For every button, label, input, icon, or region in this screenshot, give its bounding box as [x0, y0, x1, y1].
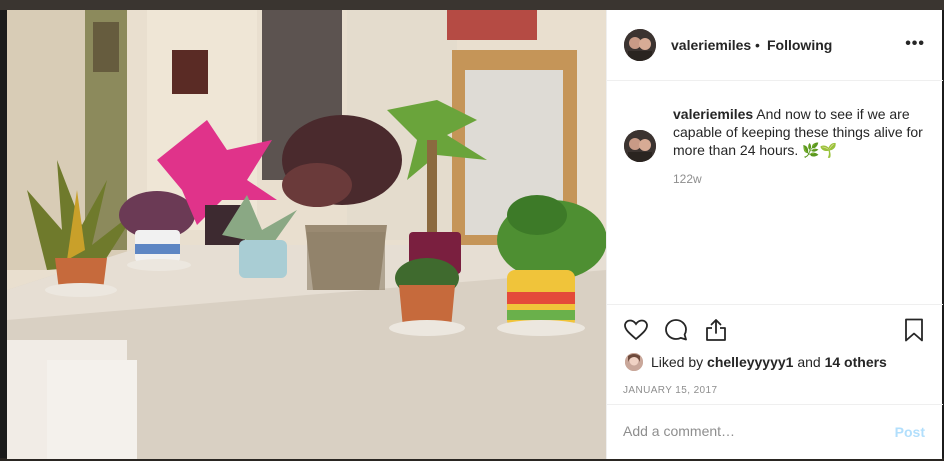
more-horizontal-icon[interactable]: •••	[905, 36, 925, 52]
separator-dot: •	[755, 37, 760, 53]
likes-summary: Liked by chelleyyyyy1 and 14 others	[625, 351, 887, 373]
likes-and: and	[797, 354, 821, 370]
comment-input[interactable]	[623, 423, 873, 439]
post-caption: valeriemiles And now to see if we are ca…	[673, 105, 923, 159]
post-sidebar: valeriemiles • Following ••• valeriemile…	[606, 10, 943, 459]
likes-prefix: Liked by	[651, 354, 704, 370]
comment-icon[interactable]	[663, 317, 689, 343]
caption-username-link[interactable]: valeriemiles	[673, 106, 753, 122]
heart-icon[interactable]	[623, 317, 649, 343]
comment-bar: Post	[607, 404, 943, 459]
liked-by-user-link[interactable]: chelleyyyyy1	[707, 354, 793, 370]
post-comment-button[interactable]: Post	[895, 424, 925, 440]
likes-others-link[interactable]: 14 others	[825, 354, 887, 370]
modal-backdrop	[0, 0, 944, 10]
plants-photo-illustration	[7, 10, 606, 459]
following-button[interactable]: Following	[767, 37, 832, 53]
author-avatar[interactable]	[624, 29, 656, 61]
post-date[interactable]: JANUARY 15, 2017	[623, 385, 717, 396]
caption-timestamp[interactable]: 122w	[673, 172, 702, 186]
post-photo[interactable]	[7, 10, 606, 459]
author-username-link[interactable]: valeriemiles	[671, 37, 751, 53]
share-icon[interactable]	[703, 317, 729, 343]
caption-author-avatar[interactable]	[624, 130, 656, 162]
caption-section: valeriemiles And now to see if we are ca…	[607, 82, 943, 303]
bookmark-icon[interactable]	[901, 317, 927, 343]
liker-avatar[interactable]	[625, 353, 643, 371]
post-actions: Liked by chelleyyyyy1 and 14 others JANU…	[607, 304, 943, 404]
post-header: valeriemiles • Following •••	[607, 10, 943, 81]
